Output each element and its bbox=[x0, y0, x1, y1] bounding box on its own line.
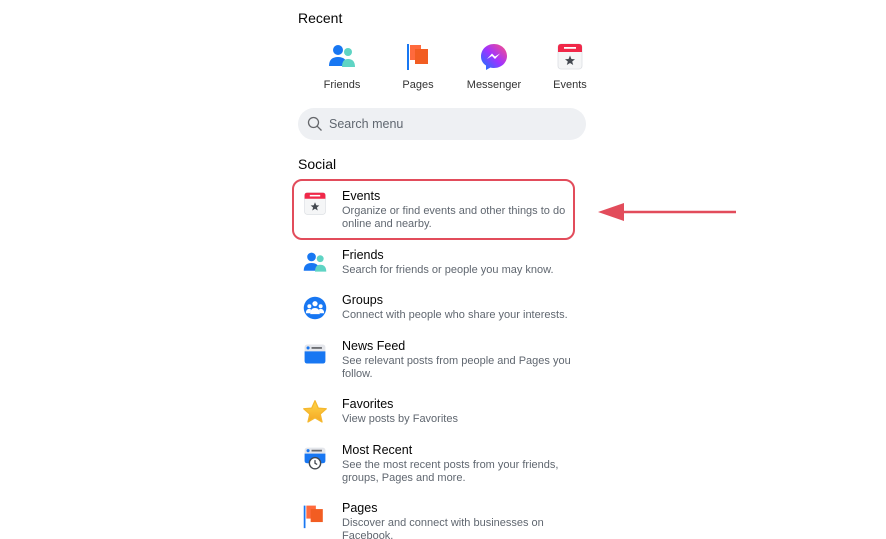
star-icon bbox=[303, 400, 327, 423]
social-item-name: News Feed bbox=[342, 339, 406, 353]
search-menu-field[interactable] bbox=[298, 108, 586, 140]
events-calendar-icon bbox=[557, 43, 583, 70]
pages-flag-icon bbox=[303, 505, 323, 529]
recent-item-label: Friends bbox=[323, 79, 361, 91]
social-item-name: Pages bbox=[342, 501, 378, 515]
social-item-description: View posts by Favorites bbox=[342, 413, 458, 425]
social-item-description: Connect with people who share your inter… bbox=[342, 309, 568, 321]
messenger-icon bbox=[481, 44, 507, 70]
social-item-description: Discover and connect with businesses on … bbox=[342, 517, 544, 539]
search-menu-input[interactable] bbox=[329, 117, 569, 131]
friends-icon bbox=[303, 252, 327, 272]
social-item-name: Events bbox=[342, 189, 381, 203]
social-item-description: See the most recent posts from your frie… bbox=[342, 459, 559, 484]
recent-item-events[interactable]: Events bbox=[532, 42, 608, 91]
recent-item-label: Pages bbox=[402, 79, 434, 91]
annotation-arrow-icon bbox=[598, 203, 736, 221]
most-recent-clock-icon bbox=[304, 447, 326, 470]
events-calendar-icon bbox=[304, 192, 326, 215]
search-icon bbox=[307, 116, 322, 131]
recent-section-title: Recent bbox=[298, 10, 343, 26]
social-item-name: Favorites bbox=[342, 397, 394, 411]
recent-item-pages[interactable]: Pages bbox=[380, 42, 456, 91]
news-feed-icon bbox=[304, 344, 326, 364]
social-item-name: Most Recent bbox=[342, 443, 413, 457]
recent-item-friends[interactable]: Friends bbox=[304, 42, 380, 91]
recent-shortcuts: Friends Pages Messenger Events bbox=[304, 42, 594, 92]
social-item-description: Organize or find events and other things… bbox=[342, 205, 566, 230]
friends-icon bbox=[329, 45, 355, 67]
social-item-name: Groups bbox=[342, 293, 383, 307]
recent-item-label: Messenger bbox=[466, 79, 522, 91]
social-item-description: See relevant posts from people and Pages… bbox=[342, 355, 571, 380]
social-item-description: Search for friends or people you may kno… bbox=[342, 264, 554, 276]
recent-item-messenger[interactable]: Messenger bbox=[456, 42, 532, 91]
groups-icon bbox=[303, 296, 327, 320]
social-section-title: Social bbox=[298, 156, 337, 172]
recent-item-label: Events bbox=[553, 79, 587, 91]
social-item-name: Friends bbox=[342, 248, 384, 262]
pages-flag-icon bbox=[407, 44, 428, 70]
